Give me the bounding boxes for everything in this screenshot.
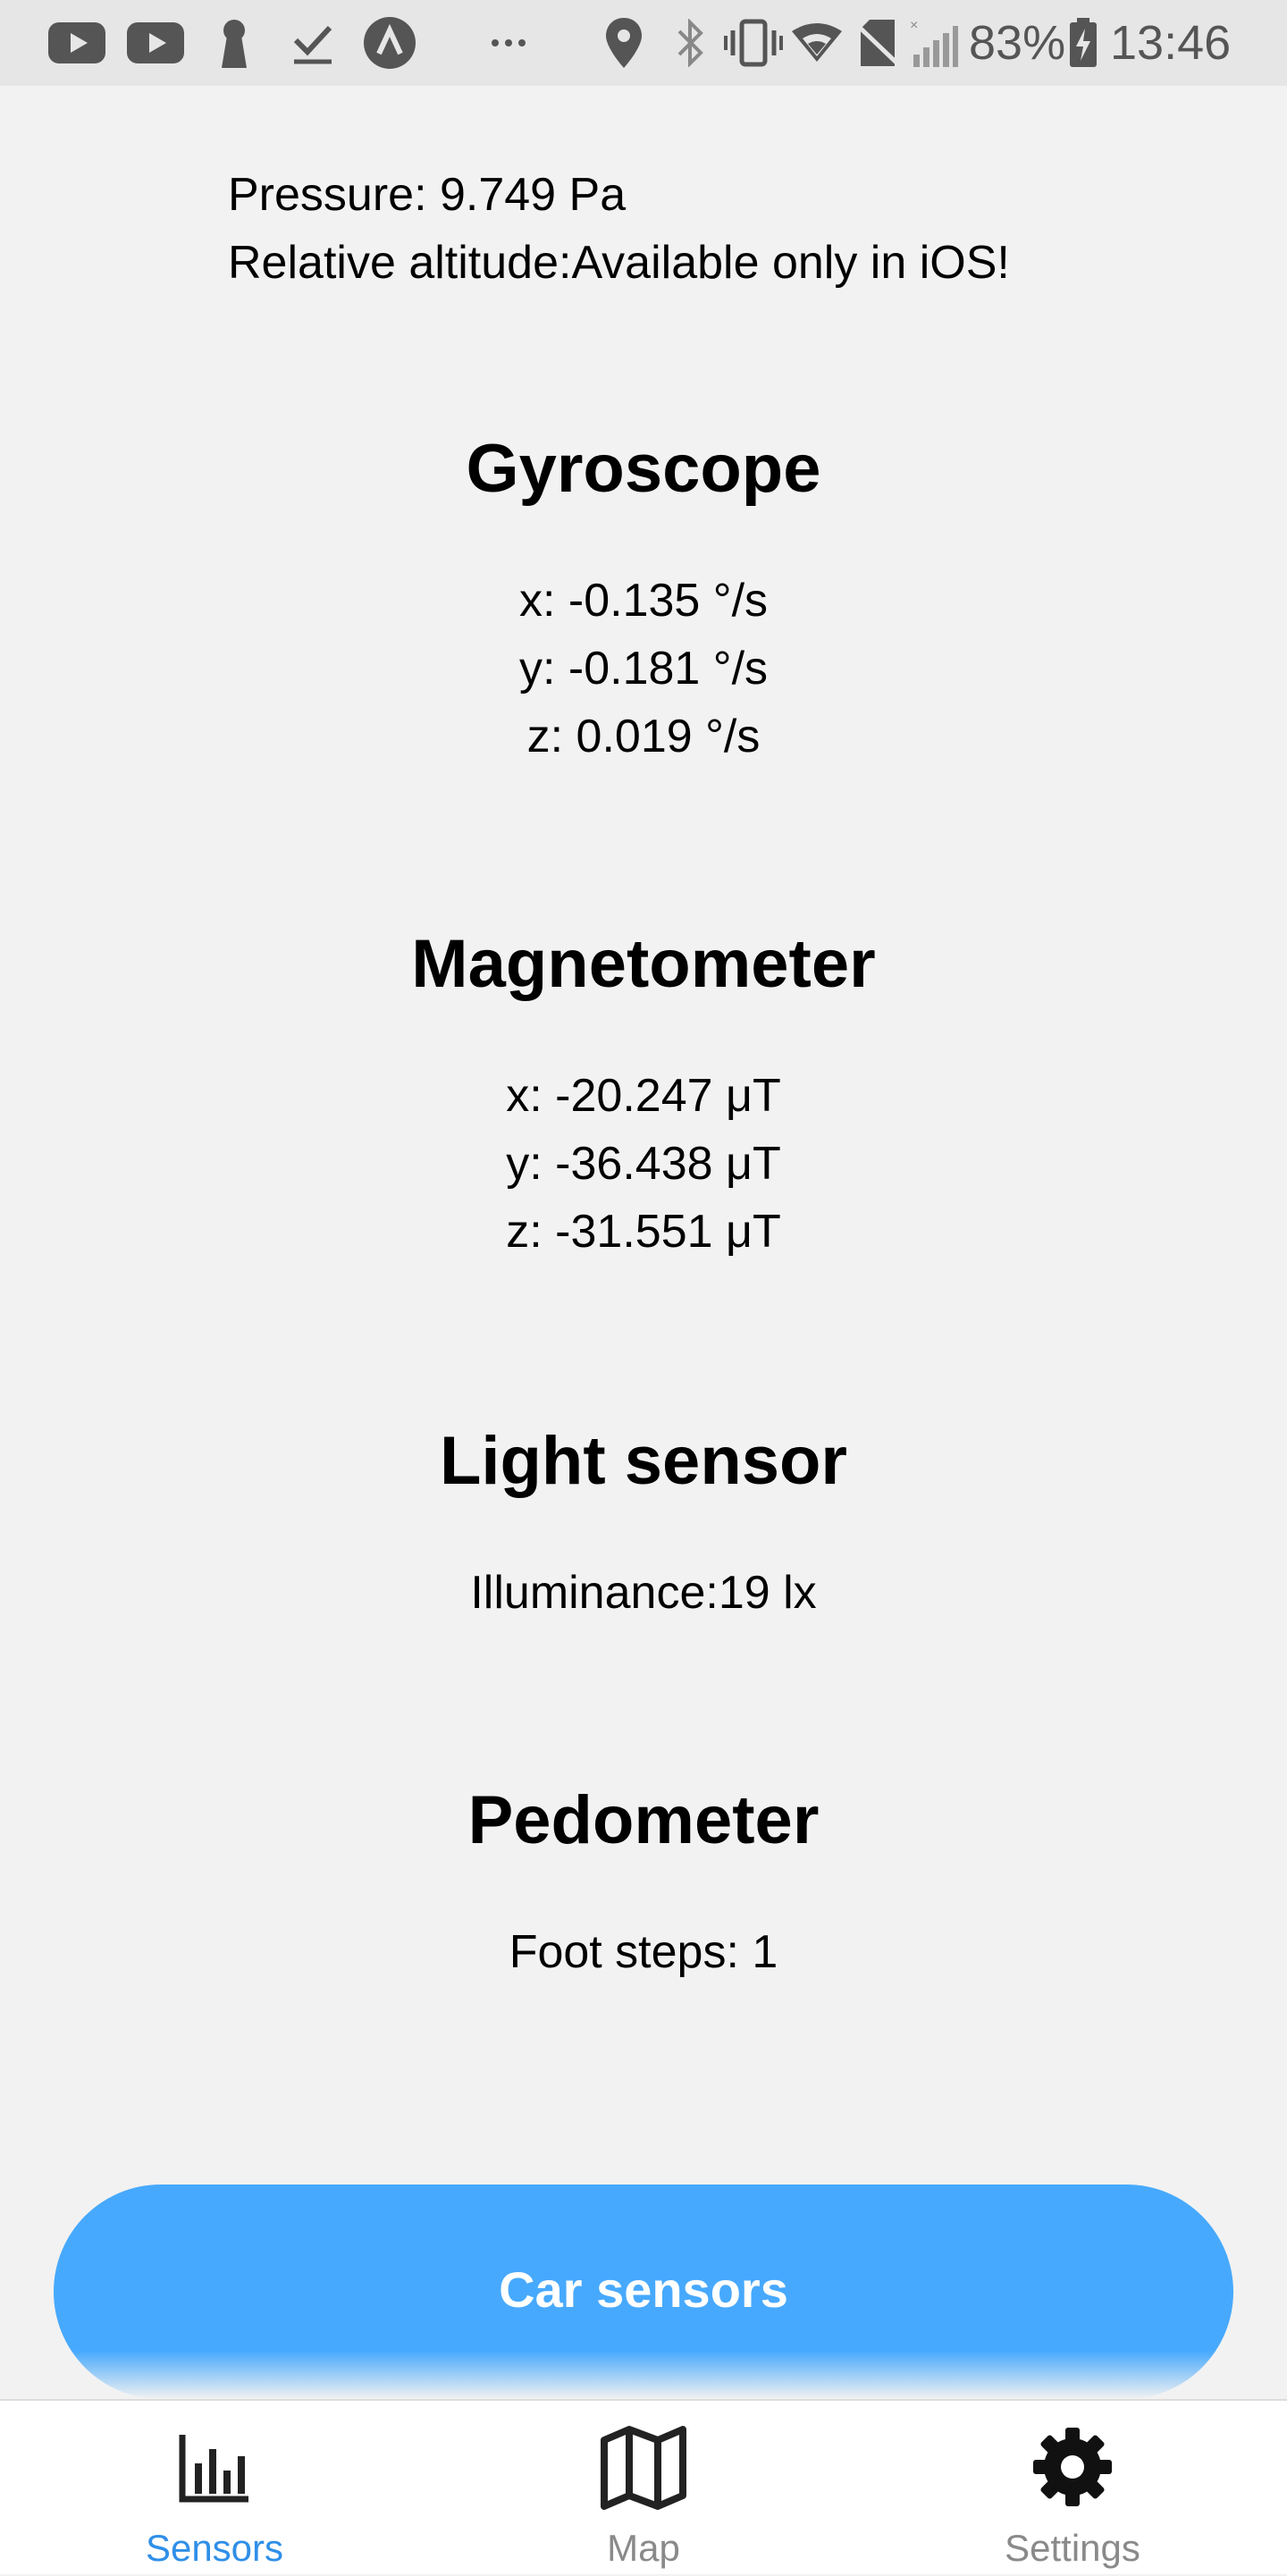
more-dots-icon <box>486 16 531 70</box>
svg-text:×: × <box>910 18 918 33</box>
pressure-section: Pressure: 9.749 Pa Relative altitude:Ava… <box>228 161 1010 297</box>
tab-map[interactable]: Map <box>500 2401 786 2576</box>
battery-charging-icon <box>1067 16 1099 70</box>
bar-chart-icon <box>170 2422 259 2512</box>
light-sensor-section: Light sensor Illuminance:19 lx <box>0 1421 1287 1627</box>
relative-altitude-value: Relative altitude:Available only in iOS! <box>228 237 1010 289</box>
bluetooth-icon <box>672 16 708 70</box>
gyroscope-section: Gyroscope x: -0.135 °/s y: -0.181 °/s z:… <box>0 429 1287 770</box>
illuminance-value: Illuminance:19 lx <box>470 1567 817 1619</box>
pressure-value: Pressure: 9.749 Pa <box>228 169 627 221</box>
no-sim-icon <box>854 16 901 70</box>
gyroscope-x: x: -0.135 °/s <box>518 575 769 627</box>
pedometer-title: Pedometer <box>467 1782 820 1858</box>
signal-icon: × <box>908 16 958 70</box>
foot-steps-value: Foot steps: 1 <box>509 1926 778 1978</box>
location-pin-icon <box>602 16 645 70</box>
wifi-icon <box>790 16 844 70</box>
magnetometer-y: y: -36.438 μT <box>506 1138 781 1190</box>
tab-map-label: Map <box>607 2527 680 2569</box>
keyhole-icon <box>216 16 252 70</box>
scroll-fade <box>0 2351 1287 2399</box>
magnetometer-z: z: -31.551 μT <box>506 1206 781 1258</box>
magnetometer-x: x: -20.247 μT <box>506 1070 781 1122</box>
vibrate-icon <box>722 16 785 70</box>
youtube-icon <box>48 16 105 70</box>
tab-settings[interactable]: Settings <box>930 2401 1216 2576</box>
tab-sensors-label: Sensors <box>145 2527 284 2569</box>
status-bar: × 83% 13:46 <box>0 0 1287 86</box>
status-time: 13:46 <box>1110 16 1232 70</box>
magnetometer-section: Magnetometer x: -20.247 μT y: -36.438 μT… <box>0 924 1287 1266</box>
light-sensor-title: Light sensor <box>439 1423 848 1499</box>
bottom-navigation: Sensors Map Settings <box>0 2399 1287 2574</box>
youtube-icon <box>127 16 184 70</box>
checkmark-icon <box>288 16 338 70</box>
magnetometer-title: Magnetometer <box>411 926 876 1002</box>
pedometer-section: Pedometer Foot steps: 1 <box>0 1780 1287 1986</box>
gyroscope-y: y: -0.181 °/s <box>518 643 769 695</box>
tab-settings-label: Settings <box>1005 2527 1140 2569</box>
battery-percent: 83% <box>969 16 1066 70</box>
gyroscope-title: Gyroscope <box>466 431 821 507</box>
gear-icon <box>1028 2422 1117 2512</box>
map-icon <box>599 2422 688 2512</box>
tab-sensors[interactable]: Sensors <box>72 2401 358 2576</box>
vpn-icon <box>363 16 416 70</box>
gyroscope-z: z: 0.019 °/s <box>526 711 761 762</box>
